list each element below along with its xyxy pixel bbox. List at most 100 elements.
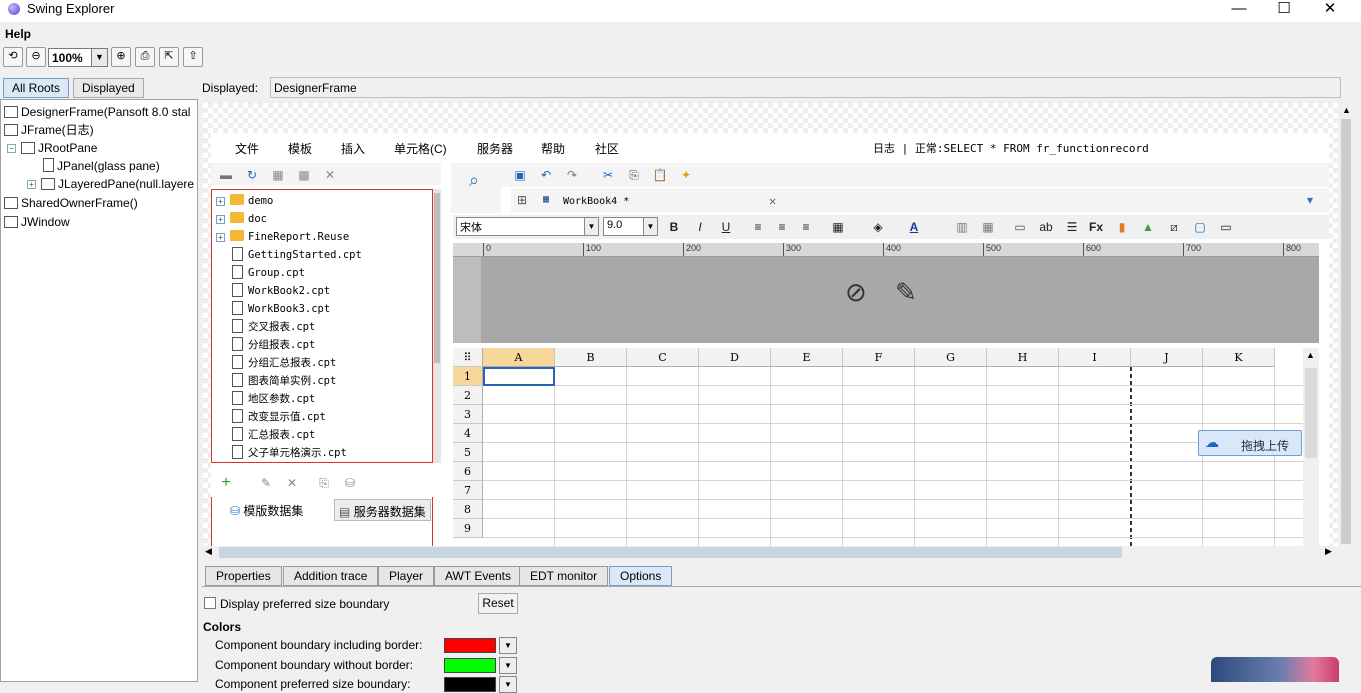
maximize-button[interactable]: ☐ (1261, 0, 1307, 22)
file-tree-item[interactable]: Group.cpt (232, 264, 305, 282)
file-tree-item[interactable]: + FineReport.Reuse (216, 228, 349, 246)
tree-node[interactable]: JFrame(日志) (4, 121, 94, 139)
tab-options[interactable]: Options (609, 566, 673, 586)
row-header[interactable]: 4 (453, 424, 483, 443)
align-center-icon[interactable]: ≡ (773, 218, 791, 236)
slash-icon[interactable]: ⧄ (1165, 218, 1183, 236)
preview-canvas[interactable]: 文件 模板 插入 单元格(C) 服务器 帮助 社区 日志 | 正常:SELECT… (203, 103, 1338, 546)
tab-addition-trace[interactable]: Addition trace (283, 566, 379, 586)
bold-icon[interactable]: B (665, 218, 683, 236)
tab-menu-icon[interactable]: ▾ (1301, 191, 1319, 209)
column-header[interactable]: F (843, 348, 915, 367)
minimize-button[interactable]: — (1216, 0, 1262, 22)
column-header[interactable]: J (1131, 348, 1203, 367)
italic-icon[interactable]: I (691, 218, 709, 236)
hide-icon[interactable]: ⊘ (845, 277, 867, 308)
column-header[interactable]: A (483, 348, 555, 367)
add-icon[interactable]: + (217, 474, 235, 492)
copy-icon[interactable]: ⎘ (625, 166, 643, 184)
edit-icon[interactable]: ✎ (257, 474, 275, 492)
select-all-corner[interactable]: ⠿ (453, 348, 483, 367)
file-tree-item[interactable]: 地区参数.cpt (232, 390, 315, 408)
cut-icon[interactable]: ✂ (599, 166, 617, 184)
preview-icon[interactable]: ⎘ (315, 474, 333, 492)
border-icon[interactable]: ▦ (829, 218, 847, 236)
column-header[interactable]: B (555, 348, 627, 367)
file-tree-item[interactable]: + demo (216, 192, 273, 210)
canvas-horizontal-scrollbar[interactable]: ◀ ▶ (203, 546, 1338, 559)
designer-menu-template[interactable]: 模板 (288, 140, 312, 157)
menu-help[interactable]: Help (5, 27, 31, 41)
undo-icon[interactable]: ↶ (537, 166, 555, 184)
designer-menu-cell[interactable]: 单元格(C) (394, 140, 447, 157)
font-color-icon[interactable]: A (905, 218, 923, 236)
file-tree-item[interactable]: GettingStarted.cpt (232, 246, 362, 264)
column-header[interactable]: H (987, 348, 1059, 367)
column-header[interactable]: G (915, 348, 987, 367)
tree-node[interactable]: + JLayeredPane(null.layere (27, 175, 194, 193)
designer-menu-file[interactable]: 文件 (235, 140, 259, 157)
fill-color-icon[interactable]: ◈ (869, 218, 887, 236)
print-icon[interactable]: ⎙ (135, 47, 155, 67)
column-header[interactable]: I (1059, 348, 1131, 367)
unmerge-cells-icon[interactable]: ▦ (979, 218, 997, 236)
image-icon[interactable]: ▲ (1139, 218, 1157, 236)
tree-node[interactable]: DesignerFrame(Pansoft 8.0 stal (4, 103, 190, 121)
collapse-icon[interactable]: − (7, 144, 16, 153)
delete-icon[interactable]: ✕ (321, 166, 339, 184)
close-icon[interactable]: ✕ (769, 194, 776, 208)
column-header[interactable]: D (699, 348, 771, 367)
rename-icon[interactable]: ▦ (269, 166, 287, 184)
selected-cell[interactable] (483, 367, 555, 386)
workbook-tab[interactable]: ▦ WorkBook4 * ✕ (541, 192, 786, 212)
delete-icon[interactable]: ✕ (283, 474, 301, 492)
file-tree-item[interactable]: 图表简单实例.cpt (232, 372, 336, 390)
designer-menu-server[interactable]: 服务器 (477, 140, 513, 157)
column-header[interactable]: E (771, 348, 843, 367)
merge-cells-icon[interactable]: ▥ (953, 218, 971, 236)
reset-button[interactable]: Reset (478, 593, 518, 614)
grid-scrollbar[interactable]: ▲ (1303, 348, 1319, 546)
designer-menu-help[interactable]: 帮助 (541, 140, 565, 157)
rich-text-icon[interactable]: ☰ (1063, 218, 1081, 236)
tab-server-datasets[interactable]: ▤ 服务器数据集 (334, 499, 431, 521)
row-header[interactable]: 5 (453, 443, 483, 462)
export-all-icon[interactable]: ⇧ (183, 47, 203, 67)
file-tree-item[interactable]: + doc (216, 210, 267, 228)
tab-properties[interactable]: Properties (205, 566, 282, 586)
file-tree-item[interactable]: WorkBook3.cpt (232, 300, 330, 318)
redo-icon[interactable]: ↷ (563, 166, 581, 184)
zoom-in-icon[interactable]: ⊕ (111, 47, 131, 67)
underline-icon[interactable]: U (717, 218, 735, 236)
file-tree-scrollbar[interactable] (433, 189, 441, 463)
text-field-icon[interactable]: ▭ (1011, 218, 1029, 236)
export-icon[interactable]: ⇱ (159, 47, 179, 67)
text-icon[interactable]: ab (1037, 218, 1055, 236)
zoom-out-icon[interactable]: ⊖ (26, 47, 46, 67)
tree-node[interactable]: JWindow (4, 213, 70, 231)
search-panel-button[interactable]: ⌕ (451, 163, 501, 213)
new-sheet-icon[interactable]: ⊞ (513, 191, 531, 209)
expand-icon[interactable]: + (27, 180, 36, 189)
tab-template-datasets[interactable]: ⛁ 模版数据集 (226, 499, 308, 521)
chevron-up-icon[interactable]: ▲ (1306, 350, 1315, 360)
file-tree-item[interactable]: 分组报表.cpt (232, 336, 315, 354)
file-tree-item[interactable]: 汇总报表.cpt (232, 426, 315, 444)
refresh-icon[interactable]: ⟲ (3, 47, 23, 67)
expand-icon[interactable]: + (216, 215, 225, 224)
preferred-size-checkbox[interactable] (204, 597, 216, 609)
align-right-icon[interactable]: ≡ (797, 218, 815, 236)
chevron-down-icon[interactable]: ▼ (499, 637, 517, 654)
upload-button[interactable]: ☁ 拖拽上传 (1198, 430, 1302, 456)
row-header[interactable]: 7 (453, 481, 483, 500)
copy-icon[interactable]: ▩ (295, 166, 313, 184)
pencil-icon[interactable]: ✎ (895, 277, 917, 308)
chart-icon[interactable]: ▮ (1113, 218, 1131, 236)
chevron-up-icon[interactable]: ▲ (1342, 105, 1351, 115)
refresh-icon[interactable]: ↻ (243, 166, 261, 184)
subreport-icon[interactable]: ▢ (1191, 218, 1209, 236)
chevron-left-icon[interactable]: ◀ (205, 546, 212, 557)
designer-menu-insert[interactable]: 插入 (341, 140, 365, 157)
paste-icon[interactable]: 📋 (651, 166, 669, 184)
spreadsheet-grid[interactable]: ⠿ A B C D E F G H I J K 1 2 3 4 5 6 7 8 9 (453, 348, 1303, 546)
